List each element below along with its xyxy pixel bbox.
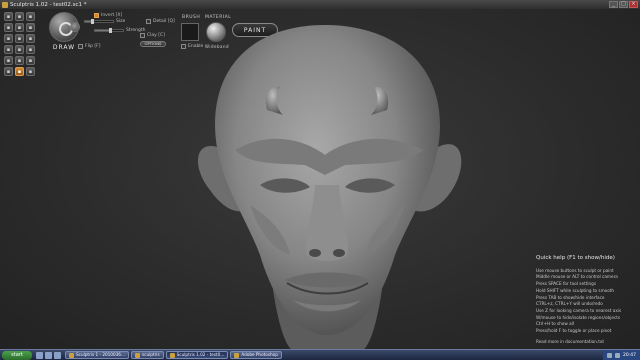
help-line: Middle mouse or ALT to control camera — [536, 274, 618, 280]
subdivide-icon[interactable]: ▪ — [15, 56, 24, 65]
flip-toggle[interactable]: Flip [F] — [78, 44, 100, 49]
strength-control[interactable]: Strength — [94, 28, 145, 33]
flip-checkbox[interactable] — [78, 44, 83, 49]
clay-checkbox[interactable] — [140, 33, 145, 38]
quick-launch-icon[interactable] — [36, 351, 43, 359]
clay-label: Clay [C] — [147, 33, 165, 38]
detail-toggle[interactable]: Detail [Q] — [146, 19, 175, 24]
quick-launch — [36, 351, 61, 359]
task-label: Sculptris 1 - 2010036... — [76, 352, 125, 357]
taskbar-task[interactable]: Adobe Photoshop — [230, 351, 282, 359]
help-line: W/mouse to hide/isolate regions/objects — [536, 314, 621, 320]
help-line: CTRL+z, CTRL+Y will undo/redo — [536, 301, 603, 307]
draw-icon[interactable]: ▪ — [4, 12, 13, 21]
inflate-icon[interactable]: ▪ — [4, 23, 13, 32]
help-line: Press/hold F to toggle or place pivot — [536, 328, 612, 334]
flatten-icon[interactable]: ▪ — [26, 12, 35, 21]
flip-label: Flip [F] — [85, 44, 101, 49]
task-app-icon — [169, 352, 175, 358]
save-icon[interactable]: ▪ — [15, 67, 24, 76]
detail-checkbox[interactable] — [146, 19, 151, 24]
scale-icon[interactable]: ▪ — [26, 34, 35, 43]
minimize-button[interactable]: _ — [609, 1, 618, 8]
task-app-icon — [69, 352, 74, 358]
strength-knob[interactable] — [109, 28, 113, 33]
open-icon[interactable]: ▪ — [4, 67, 13, 76]
app-icon — [2, 1, 8, 8]
task-label: Adobe Photoshop — [241, 352, 278, 357]
tray-icon[interactable] — [615, 352, 621, 358]
tool-palette: ▪ ▪ ▪ ▪ ▪ ▪ ▪ ▪ ▪ ▪ ▪ ▪ ▪ ▪ ▪ ▪ ▪ ▪ — [4, 12, 35, 76]
size-label: Size — [116, 19, 126, 24]
pinch-icon[interactable]: ▪ — [15, 23, 24, 32]
rotate-icon[interactable]: ▪ — [15, 34, 24, 43]
mask-icon[interactable]: ▪ — [4, 45, 13, 54]
sculpt-viewport[interactable]: ▪ ▪ ▪ ▪ ▪ ▪ ▪ ▪ ▪ ▪ ▪ ▪ ▪ ▪ ▪ ▪ ▪ ▪ DRAW Invert [X] Size … — [0, 9, 640, 355]
quick-help-panel: Quick help (F1 to show/hide) Use mouse b… — [536, 255, 636, 345]
size-slider[interactable] — [84, 19, 114, 24]
os-taskbar: start Sculptris 1 - 2010036... sculptris S… — [0, 349, 640, 360]
options-button[interactable]: OPTIONS — [140, 41, 166, 47]
strength-slider[interactable] — [94, 28, 124, 33]
help-line: Hold SHIFT while sculpting to smooth — [536, 287, 615, 293]
help-line: Press SPACE for tool settings — [536, 281, 597, 287]
taskbar-task[interactable]: sculptris — [130, 351, 164, 359]
clay-toggle[interactable]: Clay [C] — [140, 33, 165, 38]
reduce-icon[interactable]: ▪ — [15, 45, 24, 54]
window-controls: _ □ × — [609, 1, 638, 8]
maximize-button[interactable]: □ — [619, 1, 628, 8]
taskbar-task[interactable]: Sculptris 1.02 - test0... — [165, 351, 229, 359]
clock: 20:47 — [623, 352, 636, 358]
symmetry-icon[interactable]: ▪ — [26, 45, 35, 54]
task-label: Sculptris 1.02 - test0... — [176, 352, 225, 357]
help-footer: Read more in documentation.txt — [536, 338, 604, 344]
menu-icon[interactable]: ▪ — [26, 67, 35, 76]
task-app-icon — [134, 352, 140, 358]
size-control[interactable]: Size — [84, 19, 125, 24]
help-line: Press TAB to show/hide interface — [536, 294, 605, 300]
help-line: Ctrl+H to show all — [536, 321, 575, 327]
reduce-selected-icon[interactable]: ▪ — [26, 56, 35, 65]
tool-toggle-button[interactable] — [70, 22, 80, 32]
task-list: Sculptris 1 - 2010036... sculptris Sculptr… — [65, 351, 284, 359]
grab-icon[interactable]: ▪ — [4, 34, 13, 43]
window-title: Sculptris 1.02 - test02.sc1 * — [10, 1, 87, 8]
quick-launch-icon[interactable] — [54, 351, 61, 359]
task-app-icon — [234, 352, 240, 358]
quick-help-title: Quick help (F1 to show/hide) — [536, 255, 615, 261]
smooth-icon[interactable]: ▪ — [26, 23, 35, 32]
sculpted-head-model[interactable] — [175, 15, 475, 351]
detail-label: Detail [Q] — [153, 19, 175, 24]
start-button[interactable]: start — [2, 350, 32, 360]
tray-icon[interactable] — [607, 352, 613, 358]
quick-launch-icon[interactable] — [45, 351, 52, 359]
invert-toggle[interactable]: Invert [X] — [94, 13, 122, 18]
crease-icon[interactable]: ▪ — [15, 12, 24, 21]
invert-label: Invert [X] — [101, 13, 123, 18]
taskbar-task[interactable]: Sculptris 1 - 2010036... — [65, 351, 129, 359]
close-button[interactable]: × — [629, 1, 638, 8]
title-bar: Sculptris 1.02 - test02.sc1 * _ □ × — [0, 0, 640, 9]
system-tray: 20:47 — [603, 350, 640, 360]
strength-fill — [95, 30, 111, 31]
wire-icon[interactable]: ▪ — [4, 56, 13, 65]
task-label: sculptris — [141, 352, 160, 357]
invert-checkbox[interactable] — [94, 13, 99, 18]
size-knob[interactable] — [91, 19, 94, 24]
help-line: Use mouse buttons to sculpt or paint — [536, 267, 614, 273]
help-line: Use Z for looking camera to nearest axis — [536, 307, 622, 313]
